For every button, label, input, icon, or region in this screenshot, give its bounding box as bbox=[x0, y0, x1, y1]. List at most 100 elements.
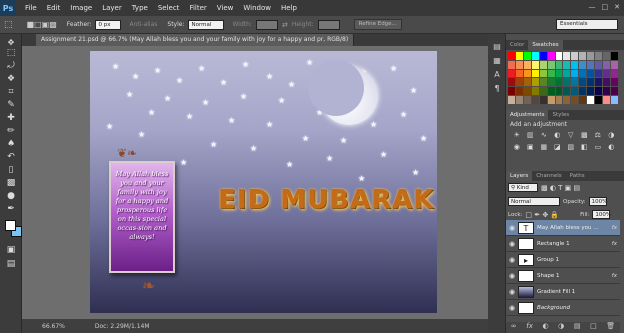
color-balance-icon[interactable]: ⚖ bbox=[591, 131, 605, 140]
menu-help[interactable]: Help bbox=[276, 0, 302, 16]
filter-icons[interactable]: ▩ ◐ T ▣ ▤ bbox=[541, 184, 580, 192]
swatches-grid[interactable] bbox=[508, 52, 618, 104]
layer-row[interactable]: ◉ T May Allah bless you ... fx bbox=[506, 220, 620, 236]
tab-layers[interactable]: Layers bbox=[506, 171, 533, 181]
style-select[interactable]: Normal bbox=[188, 19, 225, 30]
healing-brush-icon[interactable]: ✚ bbox=[4, 112, 18, 124]
selective-color-icon[interactable]: ◐ bbox=[605, 143, 619, 152]
layer-fx-badge[interactable]: fx bbox=[612, 273, 617, 279]
marquee-preset-icon[interactable]: ⬚ bbox=[4, 20, 13, 30]
screen-mode-icon[interactable]: ▤ bbox=[4, 258, 18, 270]
selection-mode-icon[interactable]: ■□▣▩ bbox=[27, 20, 57, 29]
layer-row[interactable]: ◉ Rectangle 1 fx bbox=[506, 236, 620, 252]
menu-select[interactable]: Select bbox=[153, 0, 185, 16]
lock-label: Lock: bbox=[508, 211, 523, 218]
new-layer-icon[interactable]: □ bbox=[590, 322, 597, 333]
menu-file[interactable]: File bbox=[20, 0, 42, 16]
menu-type[interactable]: Type bbox=[127, 0, 153, 16]
curves-icon[interactable]: ∿ bbox=[537, 131, 551, 140]
eraser-tool-icon[interactable]: ▯ bbox=[4, 164, 18, 176]
menu-window[interactable]: Window bbox=[238, 0, 276, 16]
mask-icon[interactable]: ◐ bbox=[542, 322, 548, 333]
crop-tool-icon[interactable]: ⌗ bbox=[4, 86, 18, 98]
clone-stamp-icon[interactable]: ♠ bbox=[4, 138, 18, 150]
foreground-color-swatch[interactable] bbox=[5, 220, 16, 231]
minimize-icon[interactable]: — bbox=[589, 3, 596, 11]
document-tab[interactable]: Assignment 21.psd @ 66.7% (May Allah ble… bbox=[36, 34, 355, 46]
swap-icon[interactable]: ⇄ bbox=[282, 21, 288, 29]
menu-view[interactable]: View bbox=[212, 0, 239, 16]
history-brush-icon[interactable]: ↶ bbox=[4, 151, 18, 163]
eye-icon[interactable]: ◉ bbox=[506, 304, 518, 312]
fill-input[interactable]: 100% bbox=[592, 210, 611, 219]
workspace-select[interactable]: Essentials bbox=[556, 19, 618, 30]
width-input[interactable] bbox=[255, 19, 278, 30]
menu-image[interactable]: Image bbox=[65, 0, 97, 16]
invert-icon[interactable]: ◪ bbox=[551, 143, 565, 152]
zoom-level[interactable]: 66.67% bbox=[42, 323, 65, 330]
paragraph-panel-icon[interactable]: ¶ bbox=[492, 84, 502, 94]
layer-row[interactable]: ◉ Background bbox=[506, 300, 620, 316]
eye-icon[interactable]: ◉ bbox=[506, 256, 518, 264]
blend-mode-select[interactable]: Normal bbox=[508, 197, 560, 206]
trash-icon[interactable]: 🗑 bbox=[606, 322, 615, 333]
tab-swatches[interactable]: Swatches bbox=[528, 40, 563, 50]
menu-filter[interactable]: Filter bbox=[184, 0, 211, 16]
brush-tool-icon[interactable]: ✏ bbox=[4, 125, 18, 137]
menu-layer[interactable]: Layer bbox=[97, 0, 127, 16]
hue-sat-icon[interactable]: ▩ bbox=[578, 131, 592, 140]
layer-row[interactable]: ◉ ▸ Group 1 bbox=[506, 252, 620, 268]
eye-icon[interactable]: ◉ bbox=[506, 224, 518, 232]
eyedropper-icon[interactable]: ✎ bbox=[4, 99, 18, 111]
blur-tool-icon[interactable]: ● bbox=[4, 190, 18, 202]
marquee-tool-icon[interactable]: ⬚ bbox=[4, 47, 18, 59]
pen-tool-icon[interactable]: ✒ bbox=[4, 203, 18, 215]
tab-styles[interactable]: Styles bbox=[548, 110, 573, 120]
layer-row[interactable]: ◉ Shape 1 fx bbox=[506, 268, 620, 284]
threshold-icon[interactable]: ◧ bbox=[578, 143, 592, 152]
tab-channels[interactable]: Channels bbox=[532, 171, 565, 181]
folder-icon[interactable]: ▤ bbox=[574, 322, 581, 333]
refine-edge-button[interactable]: Refine Edge... bbox=[353, 19, 402, 30]
antialias-checkbox[interactable]: Anti-alias bbox=[129, 21, 157, 28]
lock-icons[interactable]: □ ✒ ✥ 🔒 bbox=[525, 211, 559, 219]
fx-icon[interactable]: fx bbox=[526, 322, 533, 333]
layer-fx-badge[interactable]: fx bbox=[612, 241, 617, 247]
eye-icon[interactable]: ◉ bbox=[506, 272, 518, 280]
opacity-input[interactable]: 100% bbox=[588, 197, 607, 206]
eye-icon[interactable]: ◉ bbox=[506, 288, 518, 296]
color-lookup-icon[interactable]: ▦ bbox=[537, 143, 551, 152]
exposure-icon[interactable]: ◐ bbox=[551, 131, 565, 140]
layer-row[interactable]: ◉ Gradient Fill 1 bbox=[506, 284, 620, 300]
photo-filter-icon[interactable]: ◉ bbox=[510, 143, 524, 152]
layer-kind-select[interactable]: ⚲ Kind bbox=[508, 183, 538, 192]
move-tool-icon[interactable]: ✥ bbox=[4, 36, 18, 48]
tab-color[interactable]: Color bbox=[506, 40, 528, 50]
brightness-icon[interactable]: ☀ bbox=[510, 131, 524, 140]
tab-adjustments[interactable]: Adjustments bbox=[506, 110, 549, 120]
channel-mixer-icon[interactable]: ▣ bbox=[524, 143, 538, 152]
properties-panel-icon[interactable]: ▦ bbox=[492, 56, 502, 66]
gradient-map-icon[interactable]: ▭ bbox=[591, 143, 605, 152]
layer-fx-badge[interactable]: fx bbox=[612, 225, 617, 231]
maximize-icon[interactable]: □ bbox=[602, 3, 609, 11]
feather-input[interactable]: 0 px bbox=[95, 19, 122, 30]
lasso-tool-icon[interactable]: ⤾ bbox=[4, 60, 18, 72]
vibrance-icon[interactable]: ▽ bbox=[564, 131, 578, 140]
levels-icon[interactable]: ▥ bbox=[524, 131, 538, 140]
posterize-icon[interactable]: ▧ bbox=[564, 143, 578, 152]
quick-mask-icon[interactable]: ▣ bbox=[4, 244, 18, 256]
tab-paths[interactable]: Paths bbox=[566, 171, 589, 181]
adjustment-layer-icon[interactable]: ◑ bbox=[558, 322, 564, 333]
height-input[interactable] bbox=[317, 19, 340, 30]
link-icon[interactable]: ∞ bbox=[511, 322, 517, 333]
character-panel-icon[interactable]: A bbox=[492, 70, 502, 80]
close-icon[interactable]: ✕ bbox=[614, 3, 620, 11]
bw-icon[interactable]: ◑ bbox=[605, 131, 619, 140]
quick-select-icon[interactable]: ❖ bbox=[4, 73, 18, 85]
eye-icon[interactable]: ◉ bbox=[506, 240, 518, 248]
menu-edit[interactable]: Edit bbox=[42, 0, 66, 16]
history-panel-icon[interactable]: ▤ bbox=[492, 42, 502, 52]
window-controls: — □ ✕ bbox=[589, 3, 621, 11]
document-canvas[interactable]: ★★★★★★★★★★★★★★★★★★★★★★★★★★★★★★★★★★★★★★★ … bbox=[90, 51, 437, 313]
